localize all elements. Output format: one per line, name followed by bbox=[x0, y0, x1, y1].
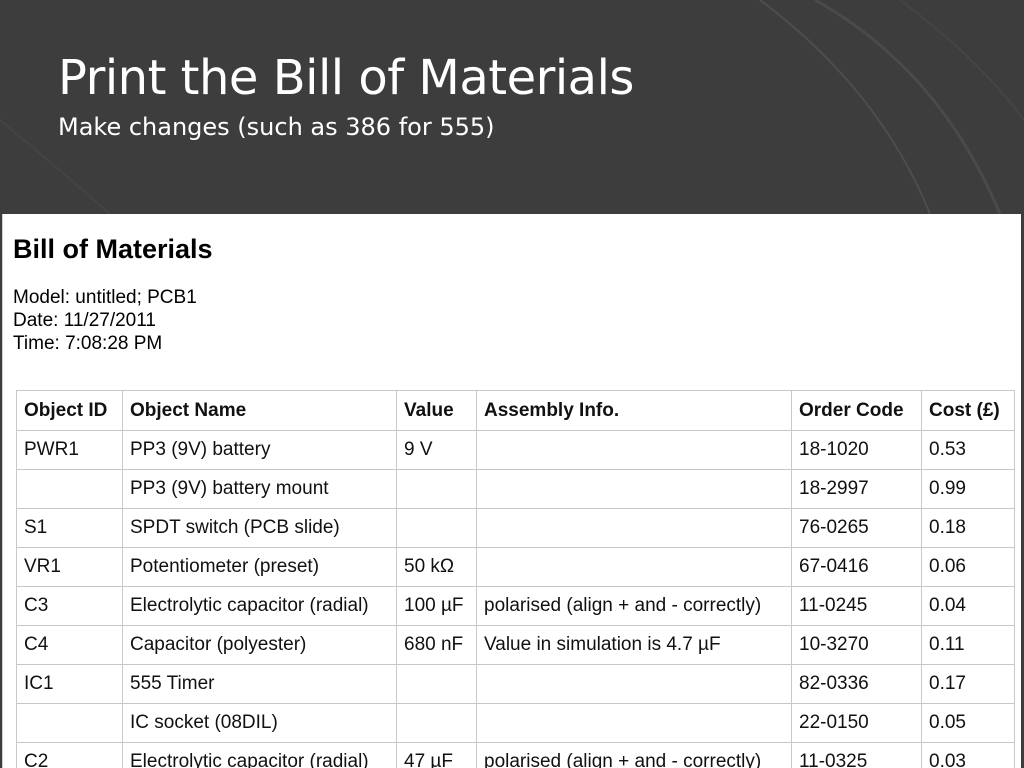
table-row: VR1 Potentiometer (preset) 50 kΩ 67-0416… bbox=[16, 547, 1015, 587]
document-heading: Bill of Materials bbox=[13, 234, 213, 264]
cell-value: 47 µF bbox=[396, 742, 477, 768]
header-cost: Cost (£) bbox=[921, 390, 1015, 431]
cell-order-code: 11-0325 bbox=[791, 742, 922, 768]
table-header-row: Object ID Object Name Value Assembly Inf… bbox=[16, 390, 1015, 431]
cell-cost: 0.06 bbox=[921, 547, 1015, 587]
table-row: PP3 (9V) battery mount 18-2997 0.99 bbox=[16, 469, 1015, 509]
header-object-id: Object ID bbox=[16, 390, 123, 431]
time-line: Time: 7:08:28 PM bbox=[13, 333, 163, 354]
cell-cost: 0.53 bbox=[921, 430, 1015, 470]
cell-cost: 0.18 bbox=[921, 508, 1015, 548]
slide-header: Print the Bill of Materials Make changes… bbox=[58, 48, 634, 142]
document-meta: Model: untitled; PCB1 Date: 11/27/2011 T… bbox=[13, 286, 197, 355]
slide-title: Print the Bill of Materials bbox=[58, 50, 634, 106]
bom-document-screenshot: Bill of Materials Model: untitled; PCB1 … bbox=[2, 214, 1021, 768]
cell-object-id: S1 bbox=[16, 508, 123, 548]
table-row: IC socket (08DIL) 22-0150 0.05 bbox=[16, 703, 1015, 743]
cell-value: 50 kΩ bbox=[396, 547, 477, 587]
cell-object-name: Electrolytic capacitor (radial) bbox=[122, 742, 397, 768]
slide-subtitle: Make changes (such as 386 for 555) bbox=[58, 113, 495, 141]
table-row: PWR1 PP3 (9V) battery 9 V 18-1020 0.53 bbox=[16, 430, 1015, 470]
cell-object-id: C2 bbox=[16, 742, 123, 768]
header-assembly-info: Assembly Info. bbox=[476, 390, 792, 431]
model-line: Model: untitled; PCB1 bbox=[13, 287, 197, 308]
cell-object-name: 555 Timer bbox=[122, 664, 397, 704]
cell-cost: 0.17 bbox=[921, 664, 1015, 704]
cell-object-id bbox=[16, 703, 123, 743]
header-object-name: Object Name bbox=[122, 390, 397, 431]
cell-assembly-info bbox=[476, 664, 792, 704]
cell-assembly-info: polarised (align + and - correctly) bbox=[476, 586, 792, 626]
table-body: PWR1 PP3 (9V) battery 9 V 18-1020 0.53 P… bbox=[16, 430, 1015, 768]
cell-object-name: IC socket (08DIL) bbox=[122, 703, 397, 743]
cell-object-id: VR1 bbox=[16, 547, 123, 587]
cell-object-name: PP3 (9V) battery bbox=[122, 430, 397, 470]
cell-order-code: 82-0336 bbox=[791, 664, 922, 704]
cell-order-code: 10-3270 bbox=[791, 625, 922, 665]
cell-object-id: C3 bbox=[16, 586, 123, 626]
cell-cost: 0.05 bbox=[921, 703, 1015, 743]
cell-object-id: IC1 bbox=[16, 664, 123, 704]
header-value: Value bbox=[396, 390, 477, 431]
cell-cost: 0.03 bbox=[921, 742, 1015, 768]
cell-value: 9 V bbox=[396, 430, 477, 470]
cell-object-name: SPDT switch (PCB slide) bbox=[122, 508, 397, 548]
cell-object-name: Potentiometer (preset) bbox=[122, 547, 397, 587]
table-row: C4 Capacitor (polyester) 680 nF Value in… bbox=[16, 625, 1015, 665]
cell-value: 100 µF bbox=[396, 586, 477, 626]
cell-assembly-info bbox=[476, 469, 792, 509]
cell-assembly-info: polarised (align + and - correctly) bbox=[476, 742, 792, 768]
cell-assembly-info bbox=[476, 508, 792, 548]
cell-assembly-info bbox=[476, 703, 792, 743]
cell-order-code: 67-0416 bbox=[791, 547, 922, 587]
cell-object-id: C4 bbox=[16, 625, 123, 665]
cell-cost: 0.99 bbox=[921, 469, 1015, 509]
cell-value bbox=[396, 508, 477, 548]
cell-assembly-info bbox=[476, 430, 792, 470]
table-row: C3 Electrolytic capacitor (radial) 100 µ… bbox=[16, 586, 1015, 626]
cell-value bbox=[396, 703, 477, 743]
cell-cost: 0.11 bbox=[921, 625, 1015, 665]
cell-object-name: Capacitor (polyester) bbox=[122, 625, 397, 665]
cell-order-code: 22-0150 bbox=[791, 703, 922, 743]
table-row: S1 SPDT switch (PCB slide) 76-0265 0.18 bbox=[16, 508, 1015, 548]
date-line: Date: 11/27/2011 bbox=[13, 310, 156, 331]
cell-order-code: 76-0265 bbox=[791, 508, 922, 548]
cell-order-code: 18-1020 bbox=[791, 430, 922, 470]
cell-object-id: PWR1 bbox=[16, 430, 123, 470]
cell-cost: 0.04 bbox=[921, 586, 1015, 626]
cell-value: 680 nF bbox=[396, 625, 477, 665]
cell-object-name: Electrolytic capacitor (radial) bbox=[122, 586, 397, 626]
cell-assembly-info bbox=[476, 547, 792, 587]
cell-assembly-info: Value in simulation is 4.7 µF bbox=[476, 625, 792, 665]
table-row: C2 Electrolytic capacitor (radial) 47 µF… bbox=[16, 742, 1015, 768]
cell-order-code: 18-2997 bbox=[791, 469, 922, 509]
bom-table: Object ID Object Name Value Assembly Inf… bbox=[16, 390, 1015, 768]
table-row: IC1 555 Timer 82-0336 0.17 bbox=[16, 664, 1015, 704]
cell-order-code: 11-0245 bbox=[791, 586, 922, 626]
cell-value bbox=[396, 664, 477, 704]
cell-value bbox=[396, 469, 477, 509]
header-order-code: Order Code bbox=[791, 390, 922, 431]
cell-object-id bbox=[16, 469, 123, 509]
cell-object-name: PP3 (9V) battery mount bbox=[122, 469, 397, 509]
